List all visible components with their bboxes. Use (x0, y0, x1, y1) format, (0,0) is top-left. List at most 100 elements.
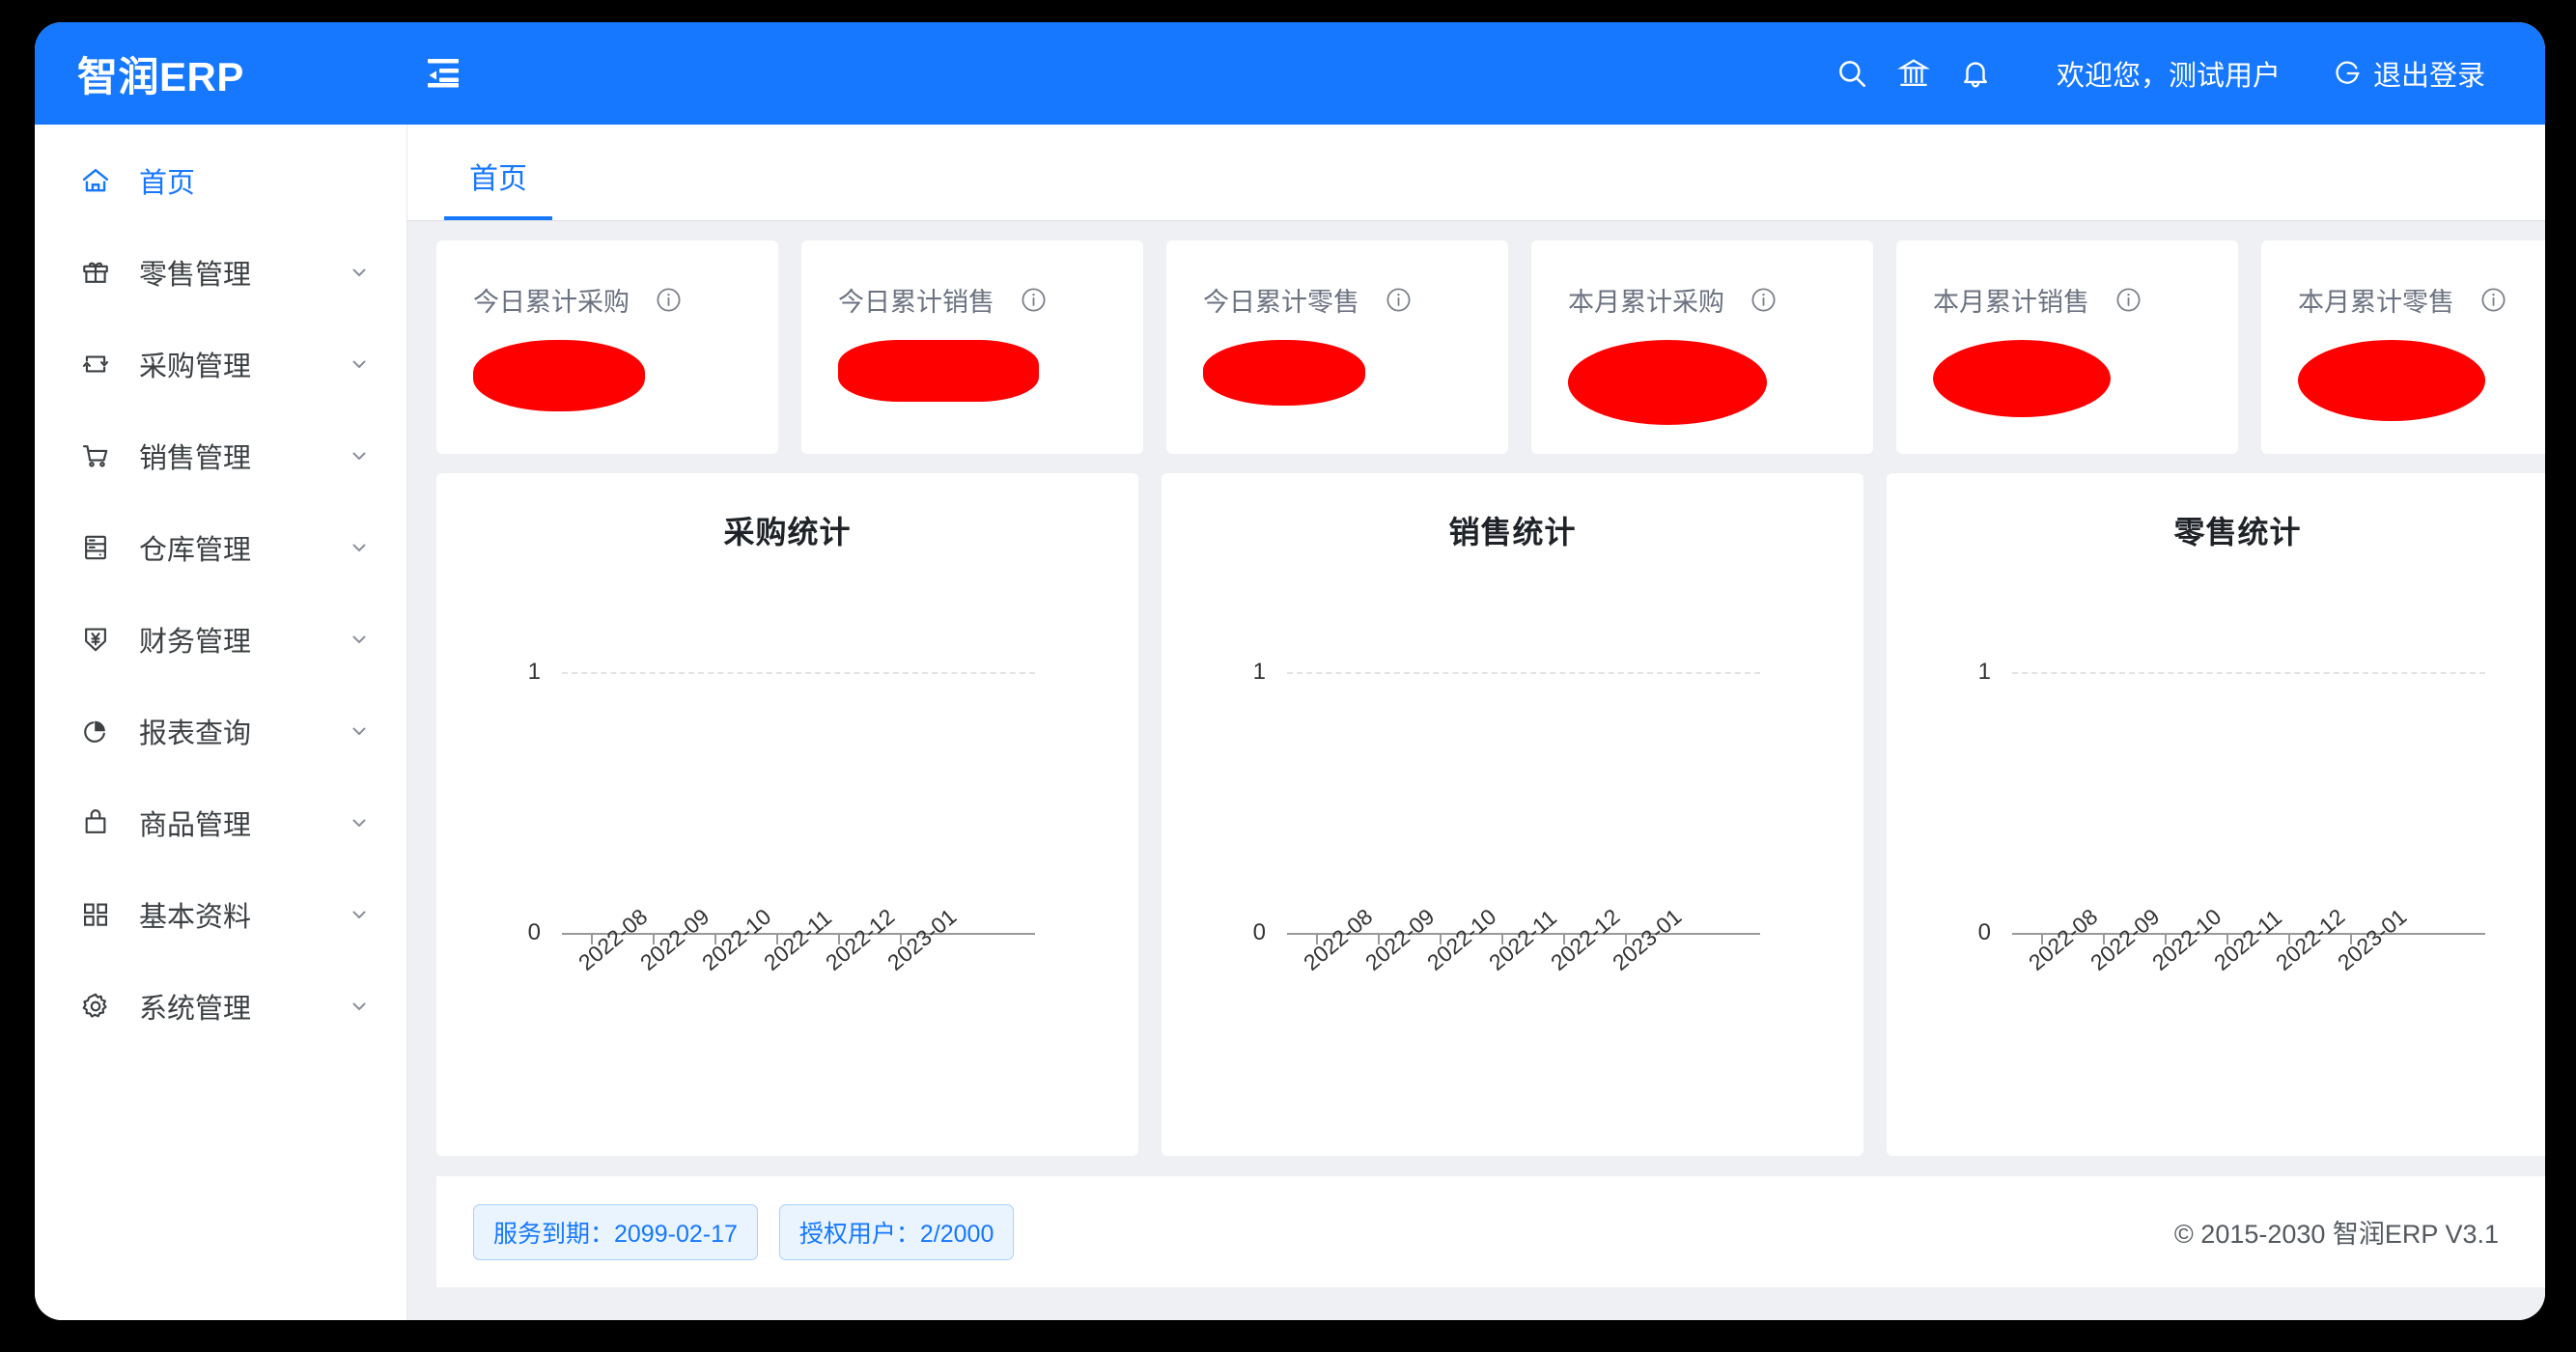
welcome-text: 欢迎您，测试用户 (2056, 61, 2281, 92)
chart-card-row: 采购统计 1 0 2022-08 2022-09 2022-10 2022-11… (436, 473, 2545, 1156)
x-tick-label: 2022-08 (1299, 903, 1378, 975)
sidebar-item-purchase[interactable]: 采购管理 (35, 318, 406, 409)
chart-title: 采购统计 (723, 515, 852, 549)
tab-bar: 首页 (407, 125, 2545, 221)
chart-gridline (1287, 672, 1760, 674)
chevron-down-icon (347, 994, 372, 1019)
chevron-down-icon (347, 810, 372, 835)
stat-card-label: 本月累计采购 (1568, 288, 1724, 317)
stat-card: 今日累计采购 (436, 240, 778, 454)
shopping-cart-icon (77, 437, 114, 474)
chart-card-sales: 销售统计 1 0 2022-08 2022-09 2022-10 2022-11… (1162, 473, 1863, 1156)
sidebar-item-sales[interactable]: 销售管理 (35, 409, 406, 501)
authorized-users-badge: 授权用户：2/2000 (778, 1203, 1015, 1260)
info-circle-icon[interactable] (1020, 286, 1048, 314)
logout-icon (2333, 59, 2362, 88)
stat-card: 今日累计销售 (801, 240, 1143, 454)
stat-card: 今日累计零售 (1166, 240, 1508, 454)
sidebar-item-label: 报表查询 (139, 718, 252, 749)
chevron-down-icon (347, 902, 372, 927)
sidebar-item-reports[interactable]: 报表查询 (35, 685, 406, 776)
x-tick-label: 2022-11 (1484, 904, 1562, 975)
sidebar-item-warehouse[interactable]: 仓库管理 (35, 501, 406, 593)
chart-plot: 1 0 2022-08 2022-09 2022-10 2022-11 2022… (1887, 581, 2545, 1122)
stat-card-row: 今日累计采购 今日累计销售 今日累计零售 本月累计采购 本月累计销售 本月累计零… (436, 240, 2545, 473)
y-tick-label: 0 (527, 919, 541, 945)
x-tick-label: 2023-01 (2333, 903, 2412, 975)
main-area: 首页 今日累计采购 今日累计销售 今日累计零售 本月累计采购 本月累计销售 本月… (407, 125, 2545, 1320)
chevron-down-icon (347, 535, 372, 560)
chevron-down-icon (347, 443, 372, 468)
info-circle-icon[interactable] (2114, 286, 2142, 314)
chart-title: 销售统计 (1448, 515, 1577, 549)
stat-card-label: 今日累计销售 (838, 288, 994, 317)
x-tick-label: 2022-12 (1546, 903, 1625, 975)
sidebar-item-label: 零售管理 (139, 259, 252, 291)
stat-card: 本月累计采购 (1531, 240, 1873, 454)
x-tick-label: 2023-01 (882, 903, 962, 975)
sidebar-item-label: 首页 (139, 167, 196, 199)
stat-card-head: 今日累计零售 (1203, 281, 1479, 319)
search-icon[interactable] (1821, 42, 1883, 104)
chevron-down-icon (347, 627, 372, 652)
sidebar-item-retail[interactable]: 零售管理 (35, 226, 406, 318)
sync-icon (77, 346, 114, 382)
redacted-value (2298, 340, 2485, 421)
chart-card-retail: 零售统计 1 0 2022-08 2022-09 2022-10 2022-11… (1887, 473, 2545, 1156)
chevron-down-icon (347, 718, 372, 744)
stat-card-label: 今日累计采购 (473, 288, 630, 317)
info-circle-icon[interactable] (2479, 286, 2507, 314)
info-circle-icon[interactable] (655, 286, 683, 314)
stat-card-head: 本月累计零售 (2298, 281, 2545, 319)
sidebar-item-label: 基本资料 (139, 901, 252, 933)
chevron-down-icon (347, 352, 372, 377)
redacted-value (1933, 340, 2111, 417)
y-tick-label: 1 (1977, 659, 1991, 685)
database-icon (77, 529, 114, 566)
x-tick-label: 2022-10 (1422, 903, 1501, 975)
info-circle-icon[interactable] (1750, 286, 1778, 314)
chart-card-purchase: 采购统计 1 0 2022-08 2022-09 2022-10 2022-11… (436, 473, 1138, 1156)
sidebar-item-label: 销售管理 (139, 442, 252, 474)
bell-icon[interactable] (1945, 42, 2006, 104)
chart-plot: 1 0 2022-08 2022-09 2022-10 2022-11 2022… (1162, 581, 1863, 1122)
stat-card: 本月累计销售 (1896, 240, 2238, 454)
bank-icon[interactable] (1883, 42, 1945, 104)
app-body: 首页 零售管理 采购管理 销售管理 仓库管理 财务管理 报表查询 商品管理 基本… (35, 125, 2545, 1320)
sidebar-item-system[interactable]: 系统管理 (35, 960, 406, 1052)
y-tick-label: 0 (1252, 919, 1266, 945)
x-tick-label: 2022-08 (574, 903, 653, 975)
gear-icon (77, 988, 114, 1025)
sidebar-item-products[interactable]: 商品管理 (35, 776, 406, 868)
pie-chart-icon (77, 713, 114, 749)
x-tick-label: 2022-11 (759, 904, 837, 975)
app-header: 智润ERP 欢迎您，测试用户 退出登录 (35, 22, 2545, 125)
chevron-down-icon (347, 260, 372, 285)
stat-card: 本月累计零售 (2261, 240, 2545, 454)
app-window: 智润ERP 欢迎您，测试用户 退出登录 首页 零售管理 采购管理 销售管理 仓库… (35, 22, 2545, 1320)
x-tick-label: 2022-09 (2086, 903, 2165, 975)
y-tick-label: 0 (1977, 919, 1991, 945)
header-actions: 欢迎您，测试用户 退出登录 (1821, 42, 2545, 104)
chart-title: 零售统计 (2173, 515, 2302, 549)
copyright-text: © 2015-2030 智润ERP V3.1 (2173, 1220, 2499, 1249)
home-icon (77, 162, 114, 199)
sidebar-item-label: 仓库管理 (139, 534, 252, 566)
menu-fold-icon[interactable] (415, 45, 471, 101)
sidebar-item-finance[interactable]: 财务管理 (35, 593, 406, 685)
redacted-value (1203, 340, 1365, 406)
bag-icon (77, 804, 114, 841)
stat-card-head: 本月累计销售 (1933, 281, 2209, 319)
sidebar-item-home[interactable]: 首页 (35, 134, 406, 226)
x-tick-label: 2022-12 (821, 903, 900, 975)
info-circle-icon[interactable] (1385, 286, 1413, 314)
tab-home[interactable]: 首页 (444, 155, 552, 220)
sidebar-item-basic-data[interactable]: 基本资料 (35, 868, 406, 960)
x-tick-label: 2022-09 (1360, 903, 1440, 975)
stat-card-head: 本月累计采购 (1568, 281, 1844, 319)
logout-button[interactable]: 退出登录 (2315, 53, 2485, 94)
sidebar-item-label: 采购管理 (139, 351, 252, 382)
x-tick-label: 2022-10 (2147, 903, 2226, 975)
stat-card-head: 今日累计销售 (838, 281, 1114, 319)
x-tick-label: 2023-01 (1608, 903, 1687, 975)
